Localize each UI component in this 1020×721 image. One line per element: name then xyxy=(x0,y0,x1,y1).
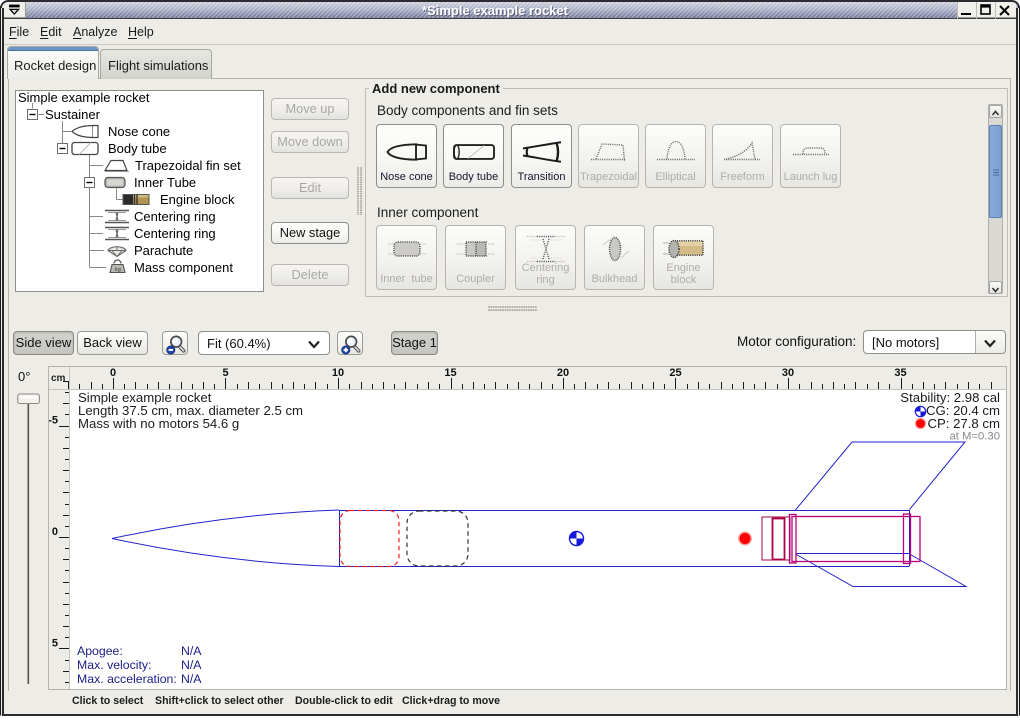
svg-text:Max. acceleration:: Max. acceleration: xyxy=(77,672,177,686)
svg-text:cm: cm xyxy=(51,373,66,384)
svg-text:at M=0.30: at M=0.30 xyxy=(949,431,1000,443)
svg-text:Mass with no motors 54.6 g: Mass with no motors 54.6 g xyxy=(78,416,239,431)
svg-text:N/A: N/A xyxy=(181,658,202,672)
svg-text:30: 30 xyxy=(782,367,794,379)
svg-text:10: 10 xyxy=(332,367,344,379)
svg-text:5: 5 xyxy=(222,367,228,379)
svg-text:20: 20 xyxy=(557,367,569,379)
svg-text:N/A: N/A xyxy=(181,672,202,686)
svg-text:N/A: N/A xyxy=(181,644,202,658)
svg-text:Apogee:: Apogee: xyxy=(77,644,123,658)
svg-text:35: 35 xyxy=(894,367,906,379)
svg-text:0: 0 xyxy=(52,526,58,538)
svg-text:Max. velocity:: Max. velocity: xyxy=(77,658,151,672)
svg-text:0: 0 xyxy=(110,367,116,379)
svg-text:CP: 27.8 cm: CP: 27.8 cm xyxy=(927,416,1000,431)
svg-text:15: 15 xyxy=(444,367,456,379)
svg-text:5: 5 xyxy=(52,638,58,650)
svg-text:kg: kg xyxy=(115,267,121,273)
svg-text:25: 25 xyxy=(669,367,681,379)
svg-text:-5: -5 xyxy=(49,415,58,427)
